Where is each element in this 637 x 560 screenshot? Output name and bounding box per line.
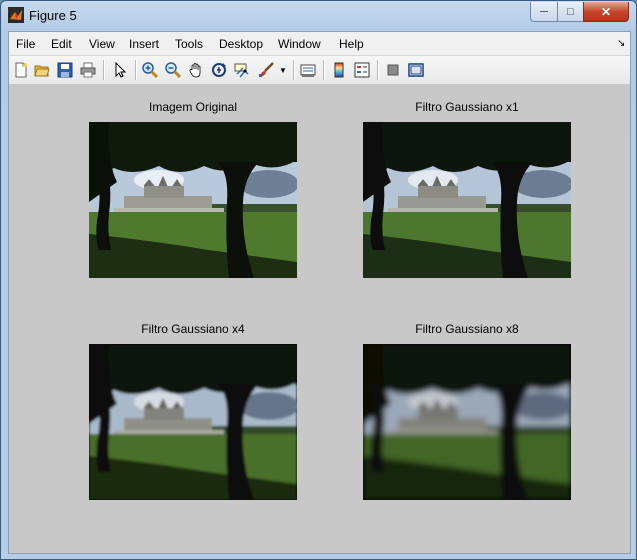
toolbar-separator (293, 60, 295, 80)
zoom-out-icon[interactable] (164, 61, 182, 79)
figure-canvas: Imagem Original Filtro Gaussiano x1 Filt… (9, 85, 630, 553)
colorbar-icon[interactable] (330, 61, 348, 79)
subplot-title-original: Imagem Original (148, 100, 238, 114)
link-plot-icon[interactable] (299, 61, 317, 79)
pan-hand-icon[interactable] (187, 61, 205, 79)
save-icon[interactable] (56, 61, 74, 79)
image-gauss-x1 (363, 122, 571, 278)
maximize-button[interactable]: □ (557, 2, 584, 22)
data-cursor-icon[interactable] (233, 61, 251, 79)
pointer-icon[interactable] (111, 61, 129, 79)
subplot-title-gauss-x4: Filtro Gaussiano x4 (141, 322, 245, 336)
menu-edit[interactable]: Edit (51, 37, 72, 51)
toolbar: ▼ (9, 55, 630, 85)
image-gauss-x4 (89, 344, 297, 500)
toolbar-separator (323, 60, 325, 80)
close-icon: ✕ (600, 4, 612, 19)
hide-plot-tools-icon[interactable] (384, 61, 402, 79)
open-file-icon[interactable] (33, 61, 51, 79)
legend-icon[interactable] (353, 61, 371, 79)
print-icon[interactable] (79, 61, 97, 79)
matlab-logo-icon (8, 7, 24, 23)
minimize-button[interactable]: ─ (530, 2, 558, 22)
subplot-title-gauss-x1: Filtro Gaussiano x1 (415, 100, 519, 114)
toolbar-separator (135, 60, 137, 80)
client-area: File Edit View Insert Tools Desktop Wind… (8, 31, 631, 554)
toolbar-separator (103, 60, 105, 80)
image-gauss-x8 (363, 344, 571, 500)
menu-desktop[interactable]: Desktop (219, 37, 263, 51)
maximize-icon: □ (567, 5, 574, 18)
brush-icon[interactable] (257, 61, 275, 79)
window-title: Figure 5 (29, 8, 77, 23)
menu-help[interactable]: Help (339, 37, 364, 51)
new-figure-icon[interactable] (12, 61, 30, 79)
rotate-3d-icon[interactable] (210, 61, 228, 79)
menu-insert[interactable]: Insert (129, 37, 159, 51)
menu-window[interactable]: Window (278, 37, 321, 51)
show-plot-tools-icon[interactable] (407, 61, 425, 79)
minimize-icon: ─ (540, 5, 548, 18)
menu-view[interactable]: View (89, 37, 115, 51)
figure-window: Figure 5 ─ □ ✕ File Edit View Insert Too… (0, 0, 637, 560)
subplot-title-gauss-x8: Filtro Gaussiano x8 (415, 322, 519, 336)
menu-dock-arrow-icon[interactable]: ↘ (617, 38, 625, 49)
menu-bar: File Edit View Insert Tools Desktop Wind… (9, 32, 630, 54)
toolbar-separator (377, 60, 379, 80)
close-button[interactable]: ✕ (583, 2, 629, 22)
image-original (89, 122, 297, 278)
title-bar[interactable]: Figure 5 ─ □ ✕ (1, 1, 636, 31)
menu-tools[interactable]: Tools (175, 37, 203, 51)
menu-file[interactable]: File (16, 37, 35, 51)
zoom-in-icon[interactable] (141, 61, 159, 79)
brush-dropdown-icon[interactable]: ▼ (279, 61, 287, 79)
